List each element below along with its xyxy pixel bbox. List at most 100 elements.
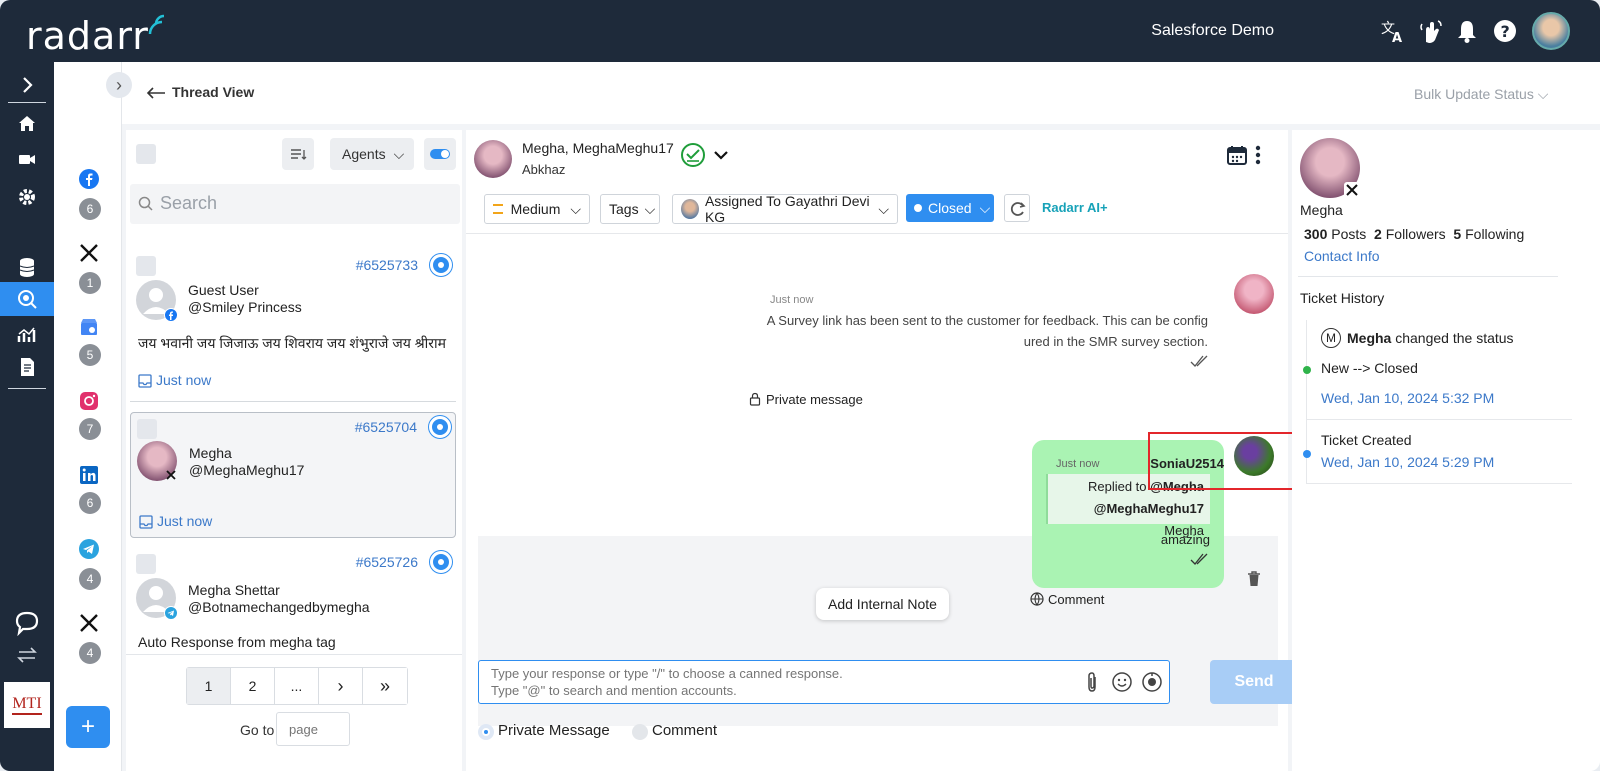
chevron-down-icon: ⌵ (393, 145, 405, 162)
left-rail: MTI (0, 62, 54, 771)
assignee-dropdown[interactable]: Assigned To Gayathri Devi KG ⌵ (672, 193, 898, 225)
document-icon[interactable] (16, 356, 38, 378)
select-all-checkbox[interactable] (136, 144, 156, 164)
agents-dropdown[interactable]: Agents ⌵ (330, 138, 414, 170)
message-time: Just now (770, 294, 814, 306)
status-dot (914, 204, 922, 212)
private-message-label[interactable]: Private Message (498, 722, 610, 739)
ticket-checkbox[interactable] (136, 256, 156, 276)
tags-label: Tags (609, 201, 639, 217)
page-button[interactable]: 1 (187, 668, 231, 704)
video-icon[interactable] (16, 148, 38, 170)
history-item: Ticket Created Wed, Jan 10, 2024 5:29 PM (1303, 420, 1572, 484)
ticket-card[interactable]: #6525733 Guest User @Smiley Princess जय … (130, 248, 456, 402)
radarr-ai-button[interactable]: Radarr AI+ (1042, 200, 1108, 215)
analytics-icon[interactable] (16, 292, 38, 314)
reply-input[interactable] (491, 665, 1071, 701)
comment-label[interactable]: Comment (652, 722, 717, 739)
database-icon[interactable] (16, 256, 38, 278)
comment-radio[interactable] (632, 724, 648, 740)
contact-location: Abkhaz (522, 162, 566, 177)
ticket-user-handle: @MeghaMeghu17 (189, 462, 305, 478)
ticket-id[interactable]: #6525726 (356, 554, 418, 570)
rail-divider (8, 388, 46, 389)
sort-button[interactable] (282, 138, 314, 170)
delete-icon[interactable] (1246, 570, 1262, 588)
history-item: M Megha changed the status New --> Close… (1303, 320, 1572, 420)
ticket-user-handle: @Botnamechangedbymegha (188, 599, 370, 615)
list-divider (126, 654, 462, 655)
switch-icon[interactable] (16, 644, 38, 666)
thread-view-label[interactable]: Thread View (172, 84, 254, 100)
goto-page-input[interactable] (276, 712, 350, 746)
collapse-toggle-icon[interactable]: › (106, 72, 132, 98)
telegram-icon[interactable] (78, 538, 100, 560)
history-dot (1303, 366, 1311, 374)
x-icon[interactable] (78, 612, 100, 634)
radarr-logo[interactable]: radarr (26, 14, 149, 58)
instagram-icon[interactable] (78, 390, 100, 412)
canned-response-icon[interactable] (1141, 671, 1163, 693)
search-input[interactable] (160, 193, 440, 214)
hand-wave-icon[interactable] (1418, 18, 1444, 44)
ticket-status-icon (429, 416, 451, 438)
translate-icon[interactable]: 文 A (1380, 18, 1406, 44)
toggle-switch[interactable] (424, 138, 456, 170)
tags-dropdown[interactable]: Tags ⌵ (600, 194, 660, 224)
facebook-icon[interactable] (78, 168, 100, 190)
contact-avatar[interactable] (474, 140, 512, 178)
home-icon[interactable] (16, 112, 38, 134)
double-check-icon (1190, 553, 1208, 565)
chat-bubble-icon[interactable] (14, 610, 40, 636)
x-icon[interactable] (78, 242, 100, 264)
ticket-user-name: Guest User (188, 282, 259, 298)
attachment-icon[interactable] (1083, 671, 1101, 693)
private-message-radio[interactable] (478, 724, 494, 740)
brand-logo: MTI (4, 682, 50, 728)
linkedin-icon[interactable] (78, 464, 100, 486)
ticket-history-title: Ticket History (1300, 290, 1385, 306)
profile-stats: 300 Posts 2 Followers 5 Following (1304, 226, 1524, 242)
assignee-avatar (681, 199, 699, 219)
ticket-status-icon (430, 551, 452, 573)
ticket-card[interactable]: #6525726 Megha Shettar @Botnamechangedby… (130, 548, 456, 652)
priority-dropdown[interactable]: Medium ⌵ (484, 194, 590, 224)
ticket-id[interactable]: #6525704 (355, 419, 417, 435)
add-internal-note-button[interactable]: Add Internal Note (816, 588, 949, 620)
bulk-update-status-dropdown[interactable]: Bulk Update Status ⌵ (1414, 86, 1548, 103)
expand-icon[interactable] (16, 74, 38, 96)
google-business-icon[interactable] (78, 316, 100, 338)
more-vertical-icon[interactable] (1252, 144, 1264, 166)
user-avatar[interactable] (1532, 12, 1570, 50)
contact-name[interactable]: Megha, MeghaMeghu17 (522, 140, 674, 156)
page-button[interactable]: 2 (231, 668, 275, 704)
org-name[interactable]: Salesforce Demo (1151, 22, 1274, 40)
emoji-icon[interactable] (1111, 671, 1133, 693)
profile-panel: Megha 300 Posts 2 Followers 5 Following … (1292, 130, 1600, 771)
bell-icon[interactable] (1454, 18, 1480, 44)
page-ellipsis[interactable]: ... (275, 668, 319, 704)
help-icon[interactable]: ? (1492, 18, 1518, 44)
last-page-button[interactable]: » (363, 668, 407, 704)
facebook-badge-icon (164, 308, 178, 322)
ticket-id[interactable]: #6525733 (356, 257, 418, 273)
contact-info-link[interactable]: Contact Info (1304, 248, 1380, 264)
sort-icon (291, 149, 307, 160)
back-arrow-icon[interactable] (146, 86, 166, 100)
status-dropdown[interactable]: Closed ⌵ (906, 194, 994, 222)
double-check-icon (1190, 355, 1208, 367)
ticket-checkbox[interactable] (137, 419, 157, 439)
ticket-checkbox[interactable] (136, 554, 156, 574)
refresh-button[interactable] (1004, 194, 1030, 222)
ticket-resolved-icon[interactable] (680, 142, 706, 168)
page-header (122, 62, 1600, 124)
ticket-card[interactable]: #6525704 Megha @MeghaMeghu17 Just now (130, 412, 456, 538)
add-button[interactable]: + (66, 706, 110, 748)
calendar-icon[interactable] (1226, 144, 1248, 166)
send-button[interactable]: Send (1210, 660, 1298, 704)
analytics-chart-icon[interactable] (16, 324, 38, 346)
inbox-tray-icon (138, 374, 152, 388)
settings-icon[interactable] (16, 186, 38, 208)
chevron-down-icon[interactable] (712, 148, 730, 162)
next-page-button[interactable]: › (319, 668, 363, 704)
